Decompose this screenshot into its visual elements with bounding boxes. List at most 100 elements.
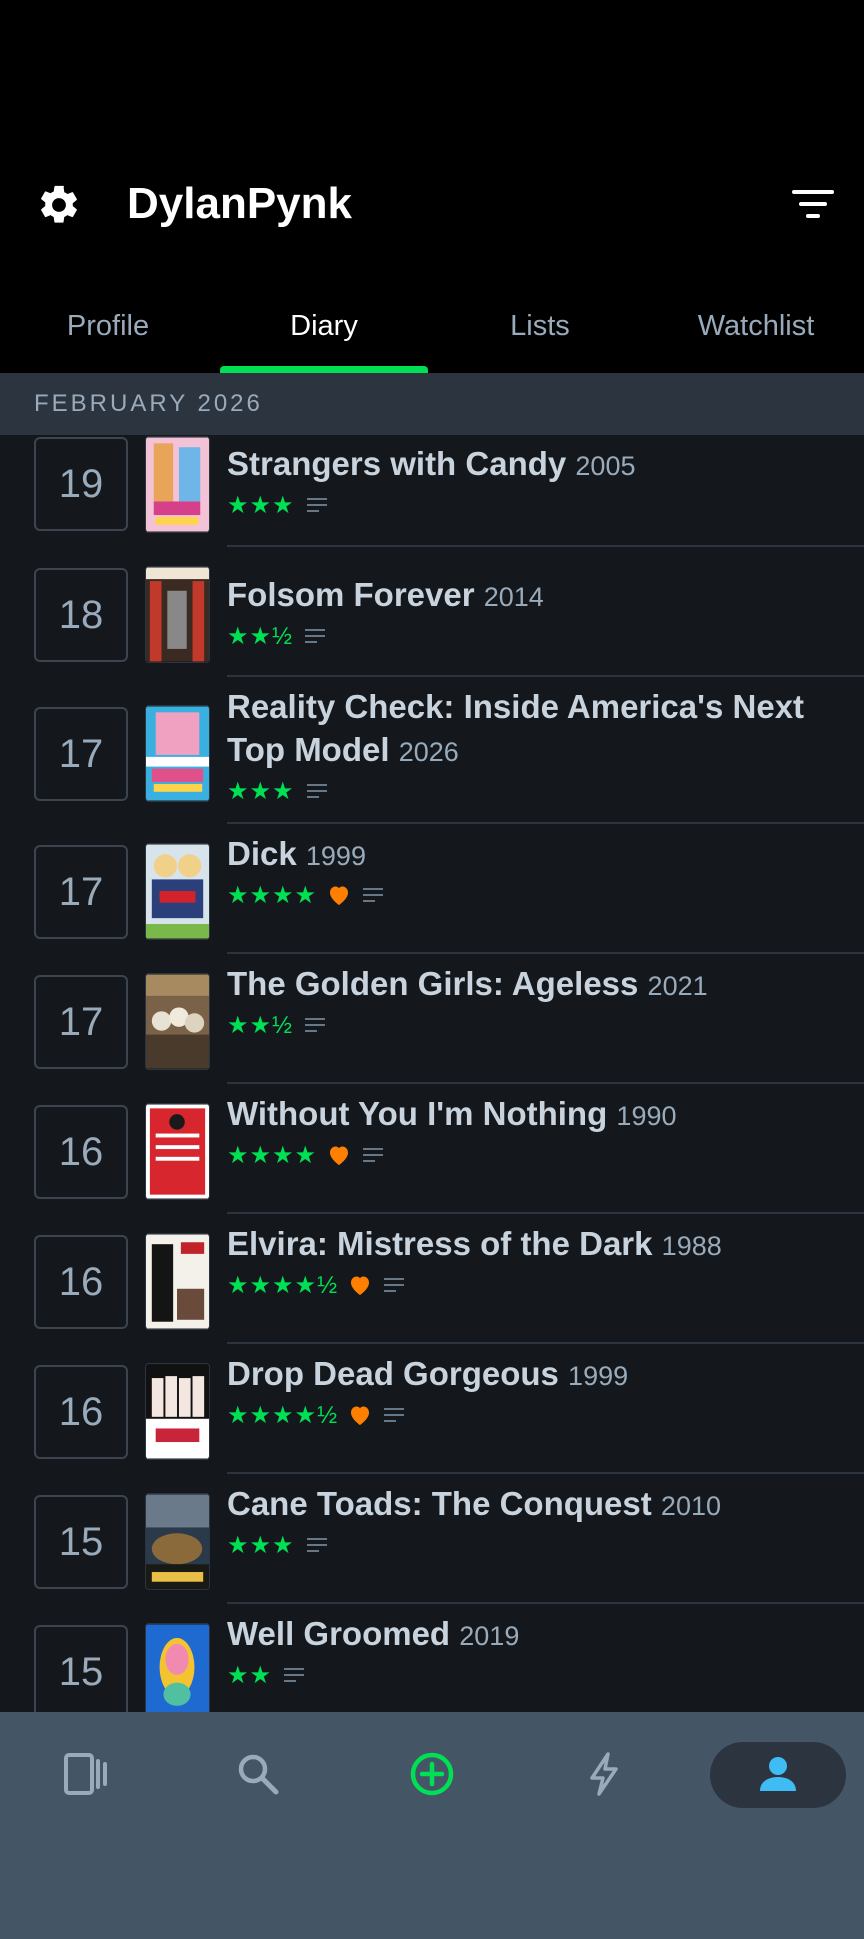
activity-icon (590, 1752, 618, 1796)
star-rating: ★★★★½ (227, 1401, 339, 1429)
entry-info: Cane Toads: The Conquest 2010 ★★★ (227, 1482, 847, 1560)
heart-icon (351, 1406, 370, 1425)
film-poster[interactable] (145, 436, 210, 533)
star-rating: ★★ (227, 1661, 273, 1689)
tab-profile[interactable]: Profile (0, 300, 216, 373)
nav-films[interactable] (16, 1712, 156, 1836)
film-poster[interactable] (145, 1233, 210, 1330)
entry-meta: ★★½ (227, 1010, 847, 1040)
film-title[interactable]: Reality Check: Inside America's Next Top… (227, 685, 847, 774)
film-title[interactable]: The Golden Girls: Ageless 2021 (227, 962, 847, 1008)
film-title[interactable]: Cane Toads: The Conquest 2010 (227, 1482, 847, 1528)
review-icon (384, 1278, 405, 1292)
day-box: 16 (34, 1365, 128, 1459)
film-year: 1988 (661, 1231, 722, 1261)
film-year: 1990 (616, 1101, 677, 1131)
film-title[interactable]: Strangers with Candy 2005 (227, 442, 847, 488)
diary-entry[interactable]: 18 Folsom Forever 2014 ★★½ (0, 547, 864, 677)
star-rating: ★★½ (227, 1011, 294, 1039)
film-title[interactable]: Folsom Forever 2014 (227, 573, 847, 619)
film-title[interactable]: Drop Dead Gorgeous 1999 (227, 1352, 847, 1398)
app-root: DylanPynk Profile Diary Lists Watchlist … (0, 0, 864, 1939)
film-year: 2021 (647, 971, 708, 1001)
film-poster[interactable] (145, 1493, 210, 1590)
review-icon (363, 1148, 384, 1162)
tab-lists[interactable]: Lists (432, 300, 648, 373)
heart-icon (330, 1146, 349, 1165)
bottom-nav-bar (0, 1712, 864, 1939)
review-icon (384, 1408, 405, 1422)
film-year: 2014 (483, 582, 544, 612)
film-poster[interactable] (145, 843, 210, 940)
tab-watchlist[interactable]: Watchlist (648, 300, 864, 373)
day-box: 16 (34, 1105, 128, 1199)
diary-entry[interactable]: 16 Without You I'm Nothing 1990 ★★★★ (0, 1084, 864, 1214)
film-poster[interactable] (145, 705, 210, 802)
film-year: 2005 (575, 451, 636, 481)
day-box: 17 (34, 975, 128, 1069)
film-year: 2010 (660, 1491, 721, 1521)
review-icon (305, 1018, 326, 1032)
nav-activity[interactable] (534, 1712, 674, 1836)
film-year: 1999 (305, 841, 366, 871)
username-title: DylanPynk (127, 179, 352, 228)
day-box: 18 (34, 568, 128, 662)
diary-entry[interactable]: 17 Dick 1999 ★★★★ (0, 824, 864, 954)
entry-meta: ★★★ (227, 776, 847, 806)
day-box: 16 (34, 1235, 128, 1329)
film-title[interactable]: Well Groomed 2019 (227, 1612, 847, 1658)
review-icon (306, 498, 327, 512)
review-icon (306, 1538, 327, 1552)
entry-meta: ★★★★ (227, 880, 847, 910)
add-icon (410, 1752, 454, 1796)
films-icon (64, 1753, 107, 1795)
film-poster[interactable] (145, 1103, 210, 1200)
day-box: 15 (34, 1625, 128, 1712)
diary-entry[interactable]: 16 Elvira: Mistress of the Dark 1988 ★★★… (0, 1214, 864, 1344)
entry-info: Strangers with Candy 2005 ★★★ (227, 442, 847, 520)
film-title[interactable]: Elvira: Mistress of the Dark 1988 (227, 1222, 847, 1268)
star-rating: ★★★★ (227, 881, 318, 909)
entry-info: Drop Dead Gorgeous 1999 ★★★★½ (227, 1352, 847, 1430)
day-box: 17 (34, 707, 128, 801)
search-icon (238, 1754, 279, 1795)
entry-info: Well Groomed 2019 ★★ (227, 1612, 847, 1690)
star-rating: ★★★★½ (227, 1271, 339, 1299)
header: DylanPynk Profile Diary Lists Watchlist (0, 0, 864, 373)
entry-info: The Golden Girls: Ageless 2021 ★★½ (227, 962, 847, 1040)
entry-meta: ★★½ (227, 621, 847, 651)
star-rating: ★★½ (227, 622, 294, 650)
review-icon (305, 629, 326, 643)
filter-icon[interactable] (792, 188, 834, 220)
entry-meta: ★★★★½ (227, 1270, 847, 1300)
gear-icon[interactable] (36, 182, 82, 228)
entry-info: Folsom Forever 2014 ★★½ (227, 573, 847, 651)
profile-icon (760, 1757, 796, 1791)
diary-entry[interactable]: 19 Strangers with Candy 2005 ★★★ (0, 435, 864, 547)
review-icon (306, 784, 327, 798)
diary-entry[interactable]: 16 Drop Dead Gorgeous 1999 ★★★★½ (0, 1344, 864, 1474)
diary-entry[interactable]: 17 The Golden Girls: Ageless 2021 ★★½ (0, 954, 864, 1084)
nav-profile[interactable] (708, 1712, 848, 1836)
film-poster[interactable] (145, 1363, 210, 1460)
month-label: FEBRUARY 2026 (34, 390, 263, 417)
entry-info: Elvira: Mistress of the Dark 1988 ★★★★½ (227, 1222, 847, 1300)
day-box: 15 (34, 1495, 128, 1589)
entry-meta: ★★★★½ (227, 1400, 847, 1430)
film-poster[interactable] (145, 566, 210, 663)
film-poster[interactable] (145, 1623, 210, 1712)
star-rating: ★★★★ (227, 1141, 318, 1169)
film-year: 2019 (459, 1621, 520, 1651)
diary-list[interactable]: 19 Strangers with Candy 2005 ★★★ 18 Fols… (0, 435, 864, 1712)
diary-entry[interactable]: 17 Reality Check: Inside America's Next … (0, 677, 864, 824)
diary-entry[interactable]: 15 Well Groomed 2019 ★★ (0, 1604, 864, 1712)
film-title[interactable]: Dick 1999 (227, 832, 847, 878)
diary-entry[interactable]: 15 Cane Toads: The Conquest 2010 ★★★ (0, 1474, 864, 1604)
star-rating: ★★★ (227, 777, 295, 805)
nav-search[interactable] (188, 1712, 328, 1836)
nav-add[interactable] (362, 1712, 502, 1836)
film-poster[interactable] (145, 973, 210, 1070)
tab-diary[interactable]: Diary (216, 300, 432, 373)
film-title[interactable]: Without You I'm Nothing 1990 (227, 1092, 847, 1138)
entry-meta: ★★★★ (227, 1140, 847, 1170)
